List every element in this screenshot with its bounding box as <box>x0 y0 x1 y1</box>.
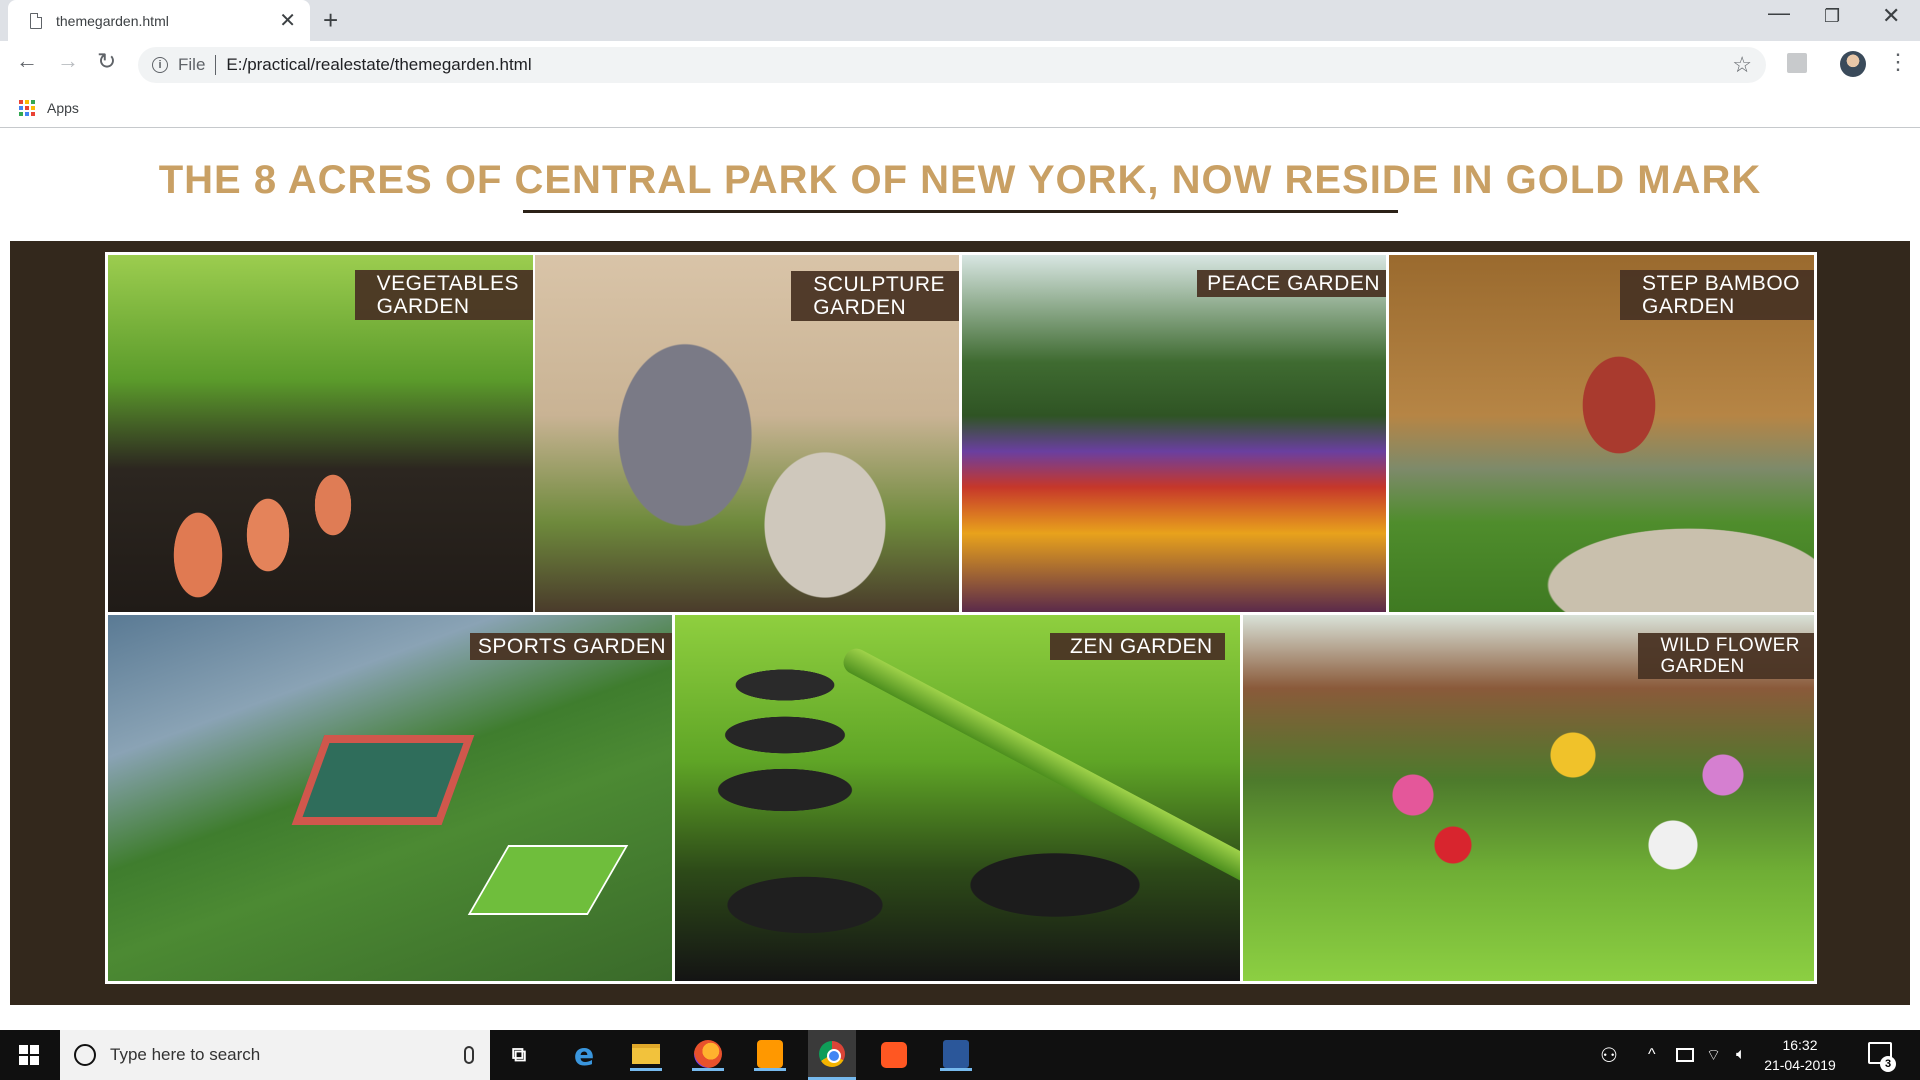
basketball-court <box>291 735 475 825</box>
garden-label: VEGETABLES GARDEN <box>354 270 533 320</box>
sports-garden-image: SPORTS GARDEN <box>108 615 672 981</box>
document-icon <box>30 12 42 29</box>
headline-underline <box>523 210 1398 213</box>
window-maximize-button[interactable]: ❐ <box>1824 6 1840 27</box>
bamboo-stalk <box>839 644 1240 912</box>
url-separator <box>215 55 217 75</box>
word-icon[interactable] <box>940 1039 972 1071</box>
people-icon[interactable]: ⚇ <box>1600 1030 1618 1080</box>
app-icon[interactable] <box>878 1039 910 1071</box>
search-placeholder: Type here to search <box>110 1045 261 1064</box>
volume-icon[interactable]: 🔈︎ <box>1736 1030 1746 1080</box>
browser-tab[interactable]: themegarden.html ✕ <box>8 0 310 41</box>
windows-logo-icon <box>19 1045 39 1065</box>
extension-icon[interactable] <box>1787 53 1807 73</box>
wild-flower-garden-image: WILD FLOWER GARDEN <box>1243 615 1814 981</box>
apps-grid-icon[interactable] <box>19 99 35 116</box>
sculpture-garden-image: SCULPTURE GARDEN <box>535 255 959 612</box>
apps-grid-dot <box>31 99 35 104</box>
apps-grid-dot <box>19 99 23 104</box>
window-close-button[interactable]: ✕ <box>1882 3 1900 29</box>
browser-toolbar: ← → ↻ i File E:/practical/realestate/the… <box>0 41 1920 88</box>
url-text[interactable]: E:/practical/realestate/themegarden.html <box>226 55 1732 75</box>
bookmark-star-icon[interactable]: ☆ <box>1732 52 1752 78</box>
tennis-court <box>467 845 629 915</box>
bookmarks-bar: Apps <box>0 88 1920 128</box>
tab-title: themegarden.html <box>56 12 169 29</box>
forward-button[interactable]: → <box>57 50 79 72</box>
apps-bookmark[interactable]: Apps <box>47 100 79 116</box>
garden-label: ZEN GARDEN <box>1050 633 1225 660</box>
web-page: THE 8 ACRES OF CENTRAL PARK OF NEW YORK,… <box>0 128 1920 1028</box>
address-bar[interactable]: i File E:/practical/realestate/themegard… <box>138 47 1766 83</box>
site-info-icon[interactable]: i <box>152 57 168 73</box>
garden-label: PEACE GARDEN <box>1197 270 1386 297</box>
start-button[interactable] <box>0 1030 58 1080</box>
apps-grid-dot <box>31 111 35 116</box>
cortana-icon <box>74 1044 96 1066</box>
page-headline: THE 8 ACRES OF CENTRAL PARK OF NEW YORK,… <box>158 158 1762 202</box>
reload-button[interactable]: ↻ <box>97 50 116 73</box>
apps-grid-dot <box>25 105 29 110</box>
garden-label: WILD FLOWER GARDEN <box>1638 633 1814 679</box>
firefox-icon[interactable] <box>692 1039 724 1071</box>
system-clock[interactable]: 16:32 21-04-2019 <box>1760 1035 1840 1075</box>
step-bamboo-garden-image: STEP BAMBOO GARDEN <box>1389 255 1814 612</box>
back-button[interactable]: ← <box>16 50 38 72</box>
chrome-icon[interactable] <box>808 1030 856 1080</box>
apps-grid-dot <box>31 105 35 110</box>
wifi-icon[interactable]: ⌔ <box>1706 1030 1721 1080</box>
apps-grid-dot <box>19 105 23 110</box>
new-tab-button[interactable]: + <box>323 7 338 33</box>
tab-close-icon[interactable]: ✕ <box>279 11 296 31</box>
microphone-icon[interactable] <box>464 1046 474 1064</box>
garden-label: SPORTS GARDEN <box>469 633 672 660</box>
edge-browser-icon[interactable]: e <box>568 1038 600 1073</box>
garden-collage: VEGETABLES GARDEN SCULPTURE GARDEN PEACE… <box>105 252 1817 984</box>
garden-panel: VEGETABLES GARDEN SCULPTURE GARDEN PEACE… <box>10 241 1910 1005</box>
url-scheme-label: File <box>178 55 206 74</box>
windows-taskbar: Type here to search ⧉ e ⚇ ^ ⌔ 🔈︎ 16:32 2… <box>0 1030 1920 1080</box>
taskbar-search-box[interactable]: Type here to search <box>60 1030 490 1080</box>
peace-garden-image: PEACE GARDEN <box>962 255 1386 612</box>
network-icon[interactable] <box>1676 1030 1694 1080</box>
profile-avatar[interactable] <box>1840 51 1866 77</box>
file-explorer-icon[interactable] <box>630 1039 662 1071</box>
clock-time: 16:32 <box>1782 1037 1818 1053</box>
task-view-icon[interactable]: ⧉ <box>503 1039 535 1071</box>
notification-badge: 3 <box>1880 1056 1896 1072</box>
window-minimize-button[interactable]: — <box>1768 0 1790 26</box>
garden-label: SCULPTURE GARDEN <box>791 271 959 321</box>
sublime-text-icon[interactable] <box>754 1039 786 1071</box>
browser-menu-icon[interactable]: ⋮ <box>1887 51 1909 73</box>
apps-grid-dot <box>19 111 23 116</box>
garden-label: STEP BAMBOO GARDEN <box>1620 270 1814 320</box>
browser-tab-strip: themegarden.html ✕ + — ❐ ✕ <box>0 0 1920 41</box>
show-hidden-icons-chevron[interactable]: ^ <box>1648 1030 1656 1080</box>
apps-grid-dot <box>25 111 29 116</box>
clock-date: 21-04-2019 <box>1764 1057 1836 1073</box>
zen-garden-image: ZEN GARDEN <box>675 615 1240 981</box>
vegetables-garden-image: VEGETABLES GARDEN <box>108 255 533 612</box>
apps-grid-dot <box>25 99 29 104</box>
